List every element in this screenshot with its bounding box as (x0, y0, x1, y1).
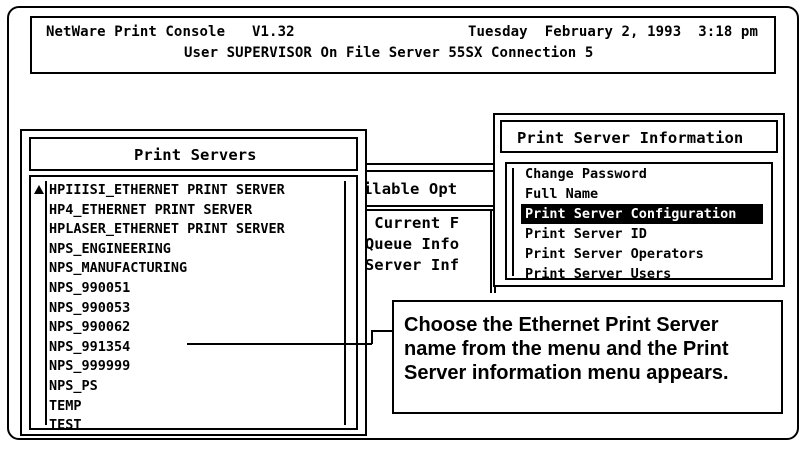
info-menu-panel: Change Password Full Name Print Server C… (505, 162, 773, 282)
list-item[interactable]: NPS_MANUFACTURING (49, 259, 285, 279)
callout-pointer-line (187, 343, 372, 345)
callout-pointer-connector (371, 330, 393, 332)
menu-left-border (512, 168, 514, 276)
list-item[interactable]: TEMP (49, 397, 285, 417)
list-item[interactable]: HP4_ETHERNET PRINT SERVER (49, 201, 285, 221)
app-title: NetWare Print Console (46, 24, 226, 40)
menu-item-print-server-configuration[interactable]: Print Server Configuration (521, 204, 763, 224)
datetime: Tuesday February 2, 1993 3:18 pm (468, 24, 758, 40)
print-servers-list-panel: HPIIISI_ETHERNET PRINT SERVER HP4_ETHERN… (29, 175, 358, 433)
info-title: Print Server Information (517, 129, 744, 147)
list-item[interactable]: HPLASER_ETHERNET PRINT SERVER (49, 220, 285, 240)
header-bar: NetWare Print Console V1.32 Tuesday Febr… (30, 16, 776, 74)
list-item[interactable]: NPS_990053 (49, 299, 285, 319)
instruction-callout: Choose the Ethernet Print Server name fr… (392, 300, 783, 414)
list-left-border (45, 181, 47, 425)
list-item[interactable]: NPS_PS (49, 377, 285, 397)
menu-item-print-server-operators[interactable]: Print Server Operators (521, 244, 763, 264)
list-item[interactable]: NPS_990051 (49, 279, 285, 299)
menu-item-print-server-id[interactable]: Print Server ID (521, 224, 763, 244)
callout-pointer-elbow (371, 330, 373, 344)
list-item[interactable]: NPS_ENGINEERING (49, 240, 285, 260)
list-item[interactable]: TEST (49, 416, 285, 436)
menu-item-change-password[interactable]: Change Password (521, 164, 763, 184)
print-servers-title: Print Servers (134, 146, 257, 164)
menu-item-full-name[interactable]: Full Name (521, 184, 763, 204)
list-item[interactable]: NPS_990062 (49, 318, 285, 338)
scroll-up-arrow-icon[interactable] (34, 185, 44, 194)
info-menu-list: Change Password Full Name Print Server C… (521, 164, 763, 284)
app-version: V1.32 (252, 24, 295, 40)
print-servers-window: Print Servers HPIIISI_ETHERNET PRINT SER… (20, 129, 367, 436)
list-item[interactable]: HPIIISI_ETHERNET PRINT SERVER (49, 181, 285, 201)
list-right-border (344, 181, 346, 425)
menu-item-print-server-users[interactable]: Print Server Users (521, 264, 763, 284)
info-header: Print Server Information (500, 120, 778, 153)
print-server-information-window: Print Server Information Change Password… (493, 113, 785, 287)
print-servers-list: HPIIISI_ETHERNET PRINT SERVER HP4_ETHERN… (49, 181, 285, 436)
list-item[interactable]: NPS_999999 (49, 357, 285, 377)
connection-status: User SUPERVISOR On File Server 55SX Conn… (184, 45, 594, 61)
list-item[interactable]: NPS_991354 (49, 338, 285, 358)
print-servers-header: Print Servers (29, 137, 358, 171)
